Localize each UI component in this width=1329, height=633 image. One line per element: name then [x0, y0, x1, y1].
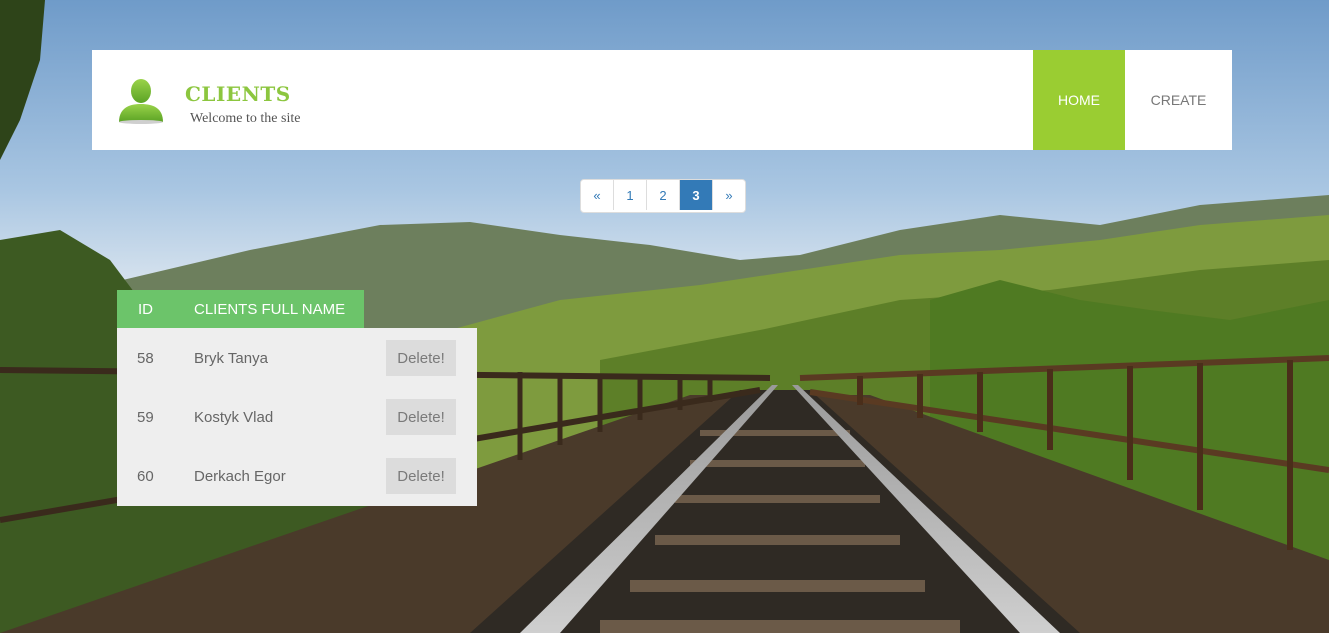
client-name: Bryk Tanya — [194, 350, 268, 367]
pagination-page-1[interactable]: 1 — [614, 180, 647, 210]
delete-button[interactable]: Delete! — [386, 340, 456, 376]
nav-create-link[interactable]: CREATE — [1125, 50, 1232, 150]
site-title: CLIENTS — [185, 82, 291, 106]
client-id: 60 — [137, 468, 154, 485]
pagination-next[interactable]: » — [713, 180, 745, 210]
delete-button[interactable]: Delete! — [386, 458, 456, 494]
main-nav: HOME CREATE — [1033, 50, 1232, 150]
table-row: 59 Kostyk Vlad Delete! — [117, 387, 477, 446]
clients-table-header: ID CLIENTS FULL NAME — [117, 290, 364, 328]
client-name: Derkach Egor — [194, 468, 286, 485]
client-name: Kostyk Vlad — [194, 409, 274, 426]
nav-home-link[interactable]: HOME — [1033, 50, 1125, 150]
site-subtitle: Welcome to the site — [190, 111, 301, 126]
pagination-prev[interactable]: « — [581, 180, 614, 210]
column-header-id: ID — [138, 301, 153, 318]
client-id: 58 — [137, 350, 154, 367]
pagination: « 1 2 3 » — [580, 179, 746, 213]
delete-button[interactable]: Delete! — [386, 399, 456, 435]
pagination-page-3-current[interactable]: 3 — [680, 180, 713, 210]
table-row: 58 Bryk Tanya Delete! — [117, 328, 477, 387]
column-header-full-name: CLIENTS FULL NAME — [194, 301, 346, 318]
table-row: 60 Derkach Egor Delete! — [117, 446, 477, 505]
user-silhouette-icon — [116, 78, 166, 124]
clients-table: 58 Bryk Tanya Delete! 59 Kostyk Vlad Del… — [117, 328, 477, 506]
pagination-page-2[interactable]: 2 — [647, 180, 680, 210]
client-id: 59 — [137, 409, 154, 426]
site-header: CLIENTS Welcome to the site HOME CREATE — [92, 50, 1232, 150]
